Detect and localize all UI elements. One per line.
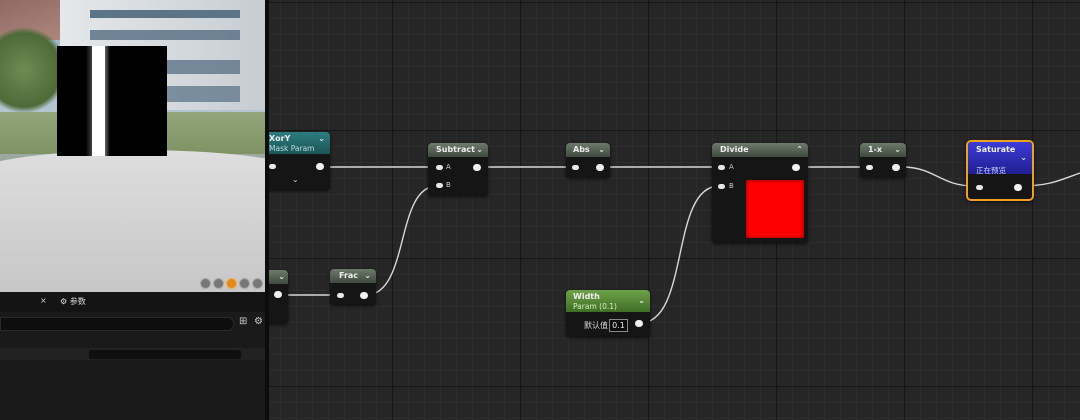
property-field[interactable] (89, 350, 241, 359)
node-saturate-header: Saturate 正在预览 ⌄ (968, 142, 1032, 175)
chevron-down-icon[interactable]: ⌄ (364, 269, 371, 283)
node-subtract-input-b[interactable] (436, 183, 443, 188)
node-divide-label-b: B (729, 182, 734, 190)
node-one-minus-x-input-pin[interactable] (866, 165, 873, 170)
preview-floor (0, 150, 267, 292)
node-saturate[interactable]: Saturate 正在预览 ⌄ (966, 140, 1034, 201)
node-divide-label-a: A (729, 163, 734, 171)
building-windows (90, 30, 240, 40)
node-width-header: Width Param (0.1) ⌄ (566, 290, 650, 312)
node-xory-header: XorY Mask Param ⌄ (262, 132, 330, 154)
node-xory[interactable]: XorY Mask Param ⌄ ⌄ (262, 132, 330, 190)
preview-viewport[interactable] (0, 0, 267, 292)
node-xory-input-pin[interactable] (269, 164, 276, 169)
tab-parameters-icon: ⚙ (60, 297, 68, 306)
node-width-output-pin[interactable] (635, 320, 643, 327)
node-saturate-subtitle: 正在预览 (976, 166, 1006, 175)
node-abs-output-pin[interactable] (596, 164, 604, 171)
wire-width-divide-b (639, 185, 720, 324)
node-width-default-input[interactable]: 0.1 (609, 319, 628, 332)
node-divide-preview (746, 180, 804, 238)
node-abs[interactable]: Abs ⌄ (566, 143, 610, 178)
teapot-shape-icon[interactable] (252, 278, 263, 289)
chevron-up-icon[interactable]: ⌃ (796, 143, 803, 157)
node-saturate-input-pin[interactable] (976, 185, 983, 190)
node-xory-output-pin[interactable] (316, 163, 324, 170)
gear-icon[interactable]: ⚙ (254, 316, 263, 327)
node-one-minus-x[interactable]: 1-x ⌄ (860, 143, 906, 178)
building-windows (90, 10, 240, 18)
node-frac-input-pin[interactable] (337, 293, 344, 298)
node-divide-output-pin[interactable] (792, 164, 800, 171)
close-icon[interactable]: × (40, 296, 47, 305)
chevron-down-icon[interactable]: ⌄ (278, 270, 285, 284)
wire-frac-subtract-b (365, 185, 438, 296)
node-subtract-label-a: A (446, 163, 451, 171)
chevron-down-icon[interactable]: ⌄ (894, 143, 901, 157)
expand-chevron-icon[interactable]: ⌄ (292, 175, 299, 184)
node-subtract-header: Subtract ⌄ (428, 143, 488, 157)
grid-view-icon[interactable]: ⊞ (239, 316, 247, 327)
panel-splitter[interactable] (265, 0, 269, 420)
node-subtract[interactable]: Subtract ⌄ A B (428, 143, 488, 196)
node-one-minus-x-title: 1-x (868, 145, 883, 154)
node-divide-header: Divide ⌃ (712, 143, 808, 157)
chevron-down-icon[interactable]: ⌄ (1020, 151, 1027, 165)
cube-shape-icon[interactable] (239, 278, 250, 289)
chevron-down-icon[interactable]: ⌄ (638, 294, 645, 308)
node-divide-input-a[interactable] (718, 165, 725, 170)
preview-mesh-plane (57, 46, 167, 156)
viewport-shape-toolbar (200, 278, 263, 289)
details-panel: × ⚙ 参数 ⊞ ⚙ (0, 292, 267, 420)
node-one-minus-x-output-pin[interactable] (892, 164, 900, 171)
node-divide-input-b[interactable] (718, 184, 725, 189)
node-width-subtitle: Param (0.1) (573, 302, 617, 311)
node-abs-header: Abs ⌄ (566, 143, 610, 157)
node-abs-title: Abs (573, 145, 590, 154)
chevron-down-icon[interactable]: ⌄ (318, 132, 325, 146)
node-abs-input-pin[interactable] (572, 165, 579, 170)
node-xory-subtitle: Mask Param (269, 144, 315, 153)
tab-parameters-label: 参数 (69, 297, 86, 306)
chevron-down-icon[interactable]: ⌄ (598, 143, 605, 157)
node-divide[interactable]: Divide ⌃ A B (712, 143, 808, 243)
node-frac-output-pin[interactable] (360, 292, 368, 299)
node-frac-header: Frac ⌄ (330, 269, 376, 283)
wire-1x-saturate (901, 166, 975, 187)
node-subtract-input-a[interactable] (436, 165, 443, 170)
node-divide-title: Divide (720, 145, 749, 154)
tab-parameters[interactable]: ⚙ 参数 (60, 296, 86, 307)
node-frac[interactable]: Frac ⌄ (330, 269, 376, 305)
node-saturate-output-pin[interactable] (1014, 184, 1022, 191)
plane-shape-icon[interactable] (226, 278, 237, 289)
node-subtract-title: Subtract (436, 145, 475, 154)
node-one-minus-x-header: 1-x ⌄ (860, 143, 906, 157)
search-input[interactable] (0, 317, 234, 331)
node-offscreen-left-output-pin[interactable] (274, 291, 282, 298)
cylinder-shape-icon[interactable] (200, 278, 211, 289)
node-saturate-title: Saturate (976, 145, 1016, 154)
node-frac-title: Frac (339, 271, 359, 280)
chevron-down-icon[interactable]: ⌄ (476, 143, 483, 157)
node-subtract-output-pin[interactable] (473, 164, 481, 171)
node-subtract-label-b: B (446, 181, 451, 189)
node-width-default-label: 默认值 (584, 321, 608, 330)
background-tree (0, 20, 60, 120)
sphere-shape-icon[interactable] (213, 278, 224, 289)
node-width[interactable]: Width Param (0.1) ⌄ 默认值 0.1 (566, 290, 650, 337)
